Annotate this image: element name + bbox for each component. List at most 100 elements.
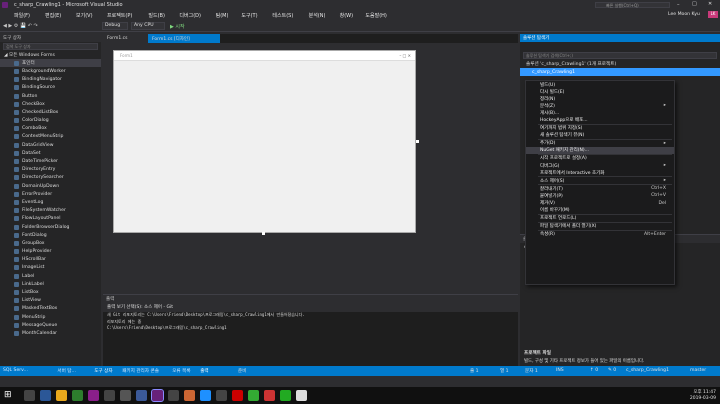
- app-icon[interactable]: [168, 390, 179, 401]
- vs-active-icon[interactable]: [151, 389, 164, 402]
- toolbox-item[interactable]: DirectorySearcher: [0, 174, 101, 182]
- toolbox-item[interactable]: BackgroundWorker: [0, 67, 101, 75]
- context-menu-item[interactable]: 추가(D) ▸: [526, 140, 674, 147]
- context-menu-item[interactable]: 소스 제어(S) ▸: [526, 177, 674, 184]
- toolbox-item[interactable]: HScrollBar: [0, 256, 101, 264]
- toolbox-item[interactable]: ContextMenuStrip: [0, 133, 101, 141]
- quick-launch-input[interactable]: 빠른 실행(Ctrl+Q): [595, 2, 670, 8]
- tab-form1-design[interactable]: Form1.cs [디자인]: [148, 34, 220, 43]
- bottom-tab[interactable]: 출력: [200, 368, 208, 374]
- toolbox-item[interactable]: EventLog: [0, 198, 101, 206]
- close-button[interactable]: ✕: [708, 1, 712, 7]
- toolbox-item[interactable]: CheckBox: [0, 100, 101, 108]
- context-menu-item[interactable]: 속성(R) Alt+Enter: [526, 231, 674, 238]
- clock-date[interactable]: 2019-03-09: [672, 396, 716, 401]
- menu-item[interactable]: 파일(F): [14, 12, 30, 19]
- resize-handle[interactable]: [416, 140, 419, 143]
- status-branch[interactable]: master: [690, 368, 706, 373]
- app-icon[interactable]: [216, 390, 227, 401]
- menu-item[interactable]: 프로젝트(P): [107, 12, 132, 19]
- toolbox-item[interactable]: ComboBox: [0, 125, 101, 133]
- menu-item[interactable]: 도구(T): [241, 12, 257, 19]
- toolbox-item[interactable]: 포인터: [0, 59, 101, 68]
- toolbox-item[interactable]: ListBox: [0, 288, 101, 296]
- menu-item[interactable]: 팀(M): [216, 12, 229, 19]
- platform-select[interactable]: Any CPU: [131, 22, 165, 30]
- clock-time[interactable]: 오후 11:47: [672, 389, 716, 395]
- menu-item[interactable]: 테스트(S): [272, 12, 293, 19]
- toolbox-item[interactable]: BindingNavigator: [0, 76, 101, 84]
- app-icon[interactable]: [264, 390, 275, 401]
- toolbox-item[interactable]: ColorDialog: [0, 117, 101, 125]
- toolbox-category[interactable]: ◢ 모든 Windows Forms: [0, 51, 101, 59]
- menu-item[interactable]: 편집(E): [45, 12, 61, 19]
- project-node[interactable]: c_sharp_Crawling1: [520, 68, 720, 77]
- app-icon[interactable]: [232, 390, 243, 401]
- toolbox-item[interactable]: FlowLayoutPanel: [0, 215, 101, 223]
- toolbox-item[interactable]: DomainUpDown: [0, 182, 101, 190]
- toolbox-search-input[interactable]: 검색 도구 상자: [3, 43, 98, 50]
- context-menu-item[interactable]: 빌드(U): [526, 81, 674, 88]
- toolbox-item[interactable]: BindingSource: [0, 84, 101, 92]
- bottom-tab[interactable]: 도구 상자: [94, 368, 112, 374]
- app-icon[interactable]: [296, 390, 307, 401]
- toolbox-item[interactable]: ErrorProvider: [0, 190, 101, 198]
- toolbox-item[interactable]: FolderBrowserDialog: [0, 223, 101, 231]
- bottom-tab[interactable]: 패키지 관리자 콘솔: [122, 368, 159, 374]
- toolbox-item[interactable]: MessageQueue: [0, 321, 101, 329]
- store-icon[interactable]: [72, 390, 83, 401]
- tab-form1-cs[interactable]: Form1.cs: [103, 34, 148, 43]
- context-menu-item[interactable]: 제거(V) Del: [526, 200, 674, 207]
- context-menu-item[interactable]: 정리(N): [526, 95, 674, 102]
- toolbox-item[interactable]: MaskedTextBox: [0, 305, 101, 313]
- app-icon[interactable]: [104, 390, 115, 401]
- app-icon[interactable]: [280, 390, 291, 401]
- context-menu-item[interactable]: 디버그(G) ▸: [526, 162, 674, 169]
- vs-icon[interactable]: [88, 390, 99, 401]
- toolbox-item[interactable]: LinkLabel: [0, 280, 101, 288]
- start-button[interactable]: ▶ 시작: [170, 23, 185, 30]
- context-menu-item[interactable]: 이름 바꾸기(M): [526, 207, 674, 214]
- search-icon[interactable]: [24, 390, 35, 401]
- toolbox-item[interactable]: MonthCalendar: [0, 329, 101, 337]
- toolbox-item[interactable]: DataSet: [0, 149, 101, 157]
- status-add[interactable]: ↑ 0: [590, 368, 598, 373]
- context-menu-item[interactable]: 붙여넣기(P) Ctrl+V: [526, 192, 674, 199]
- toolbox-item[interactable]: DataGridView: [0, 141, 101, 149]
- toolbox-item[interactable]: Button: [0, 92, 101, 100]
- toolbox-item[interactable]: DateTimePicker: [0, 157, 101, 165]
- app-icon[interactable]: [200, 390, 211, 401]
- minimize-button[interactable]: –: [677, 2, 680, 8]
- menu-item[interactable]: 창(W): [340, 12, 353, 19]
- toolbox-item[interactable]: HelpProvider: [0, 248, 101, 256]
- context-menu-item[interactable]: HockeyApp으로 배포...: [526, 116, 674, 123]
- context-menu-item[interactable]: 프로젝트에서 Interactive 초기화: [526, 169, 674, 176]
- ie-icon[interactable]: [40, 390, 51, 401]
- resize-handle[interactable]: [262, 232, 265, 235]
- context-menu-item[interactable]: 파일 탐색기에서 폴더 열기(X): [526, 223, 674, 230]
- bottom-tab[interactable]: 서버 탐...: [57, 368, 76, 374]
- output-source-select[interactable]: 출력 보기 선택(S): 소스 제어 - Git: [103, 303, 518, 312]
- toolbox-item[interactable]: FontDialog: [0, 231, 101, 239]
- explorer-icon[interactable]: [56, 390, 67, 401]
- context-menu-item[interactable]: NuGet 패키지 관리(N)...: [526, 146, 674, 154]
- toolbox-item[interactable]: DirectoryEntry: [0, 166, 101, 174]
- menu-item[interactable]: 분석(N): [309, 12, 326, 19]
- context-menu-item[interactable]: 새 솔루션 탐색기 뷰(N): [526, 132, 674, 139]
- context-menu-item[interactable]: 게시(B)...: [526, 109, 674, 116]
- toolbox-item[interactable]: GroupBox: [0, 239, 101, 247]
- nav-back-icon[interactable]: ◀ ▶ ⚙ 💾 ↶ ↷: [3, 23, 38, 29]
- bottom-tab[interactable]: SQL Serv...: [3, 368, 28, 373]
- app-icon[interactable]: [248, 390, 259, 401]
- context-menu-item[interactable]: 분석(Z) ▸: [526, 102, 674, 109]
- form-preview[interactable]: Form1 – □ ✕: [113, 50, 416, 233]
- toolbox-item[interactable]: CheckedListBox: [0, 108, 101, 116]
- status-repo[interactable]: c_sharp_Crawling1: [626, 368, 669, 373]
- app-icon[interactable]: [136, 390, 147, 401]
- config-select[interactable]: Debug: [102, 22, 128, 30]
- toolbox-item[interactable]: FileSystemWatcher: [0, 207, 101, 215]
- menu-item[interactable]: 디버그(D): [179, 12, 201, 19]
- menu-item[interactable]: 도움말(H): [365, 12, 386, 19]
- toolbox-item[interactable]: ImageList: [0, 264, 101, 272]
- status-pen[interactable]: ✎ 0: [608, 368, 616, 373]
